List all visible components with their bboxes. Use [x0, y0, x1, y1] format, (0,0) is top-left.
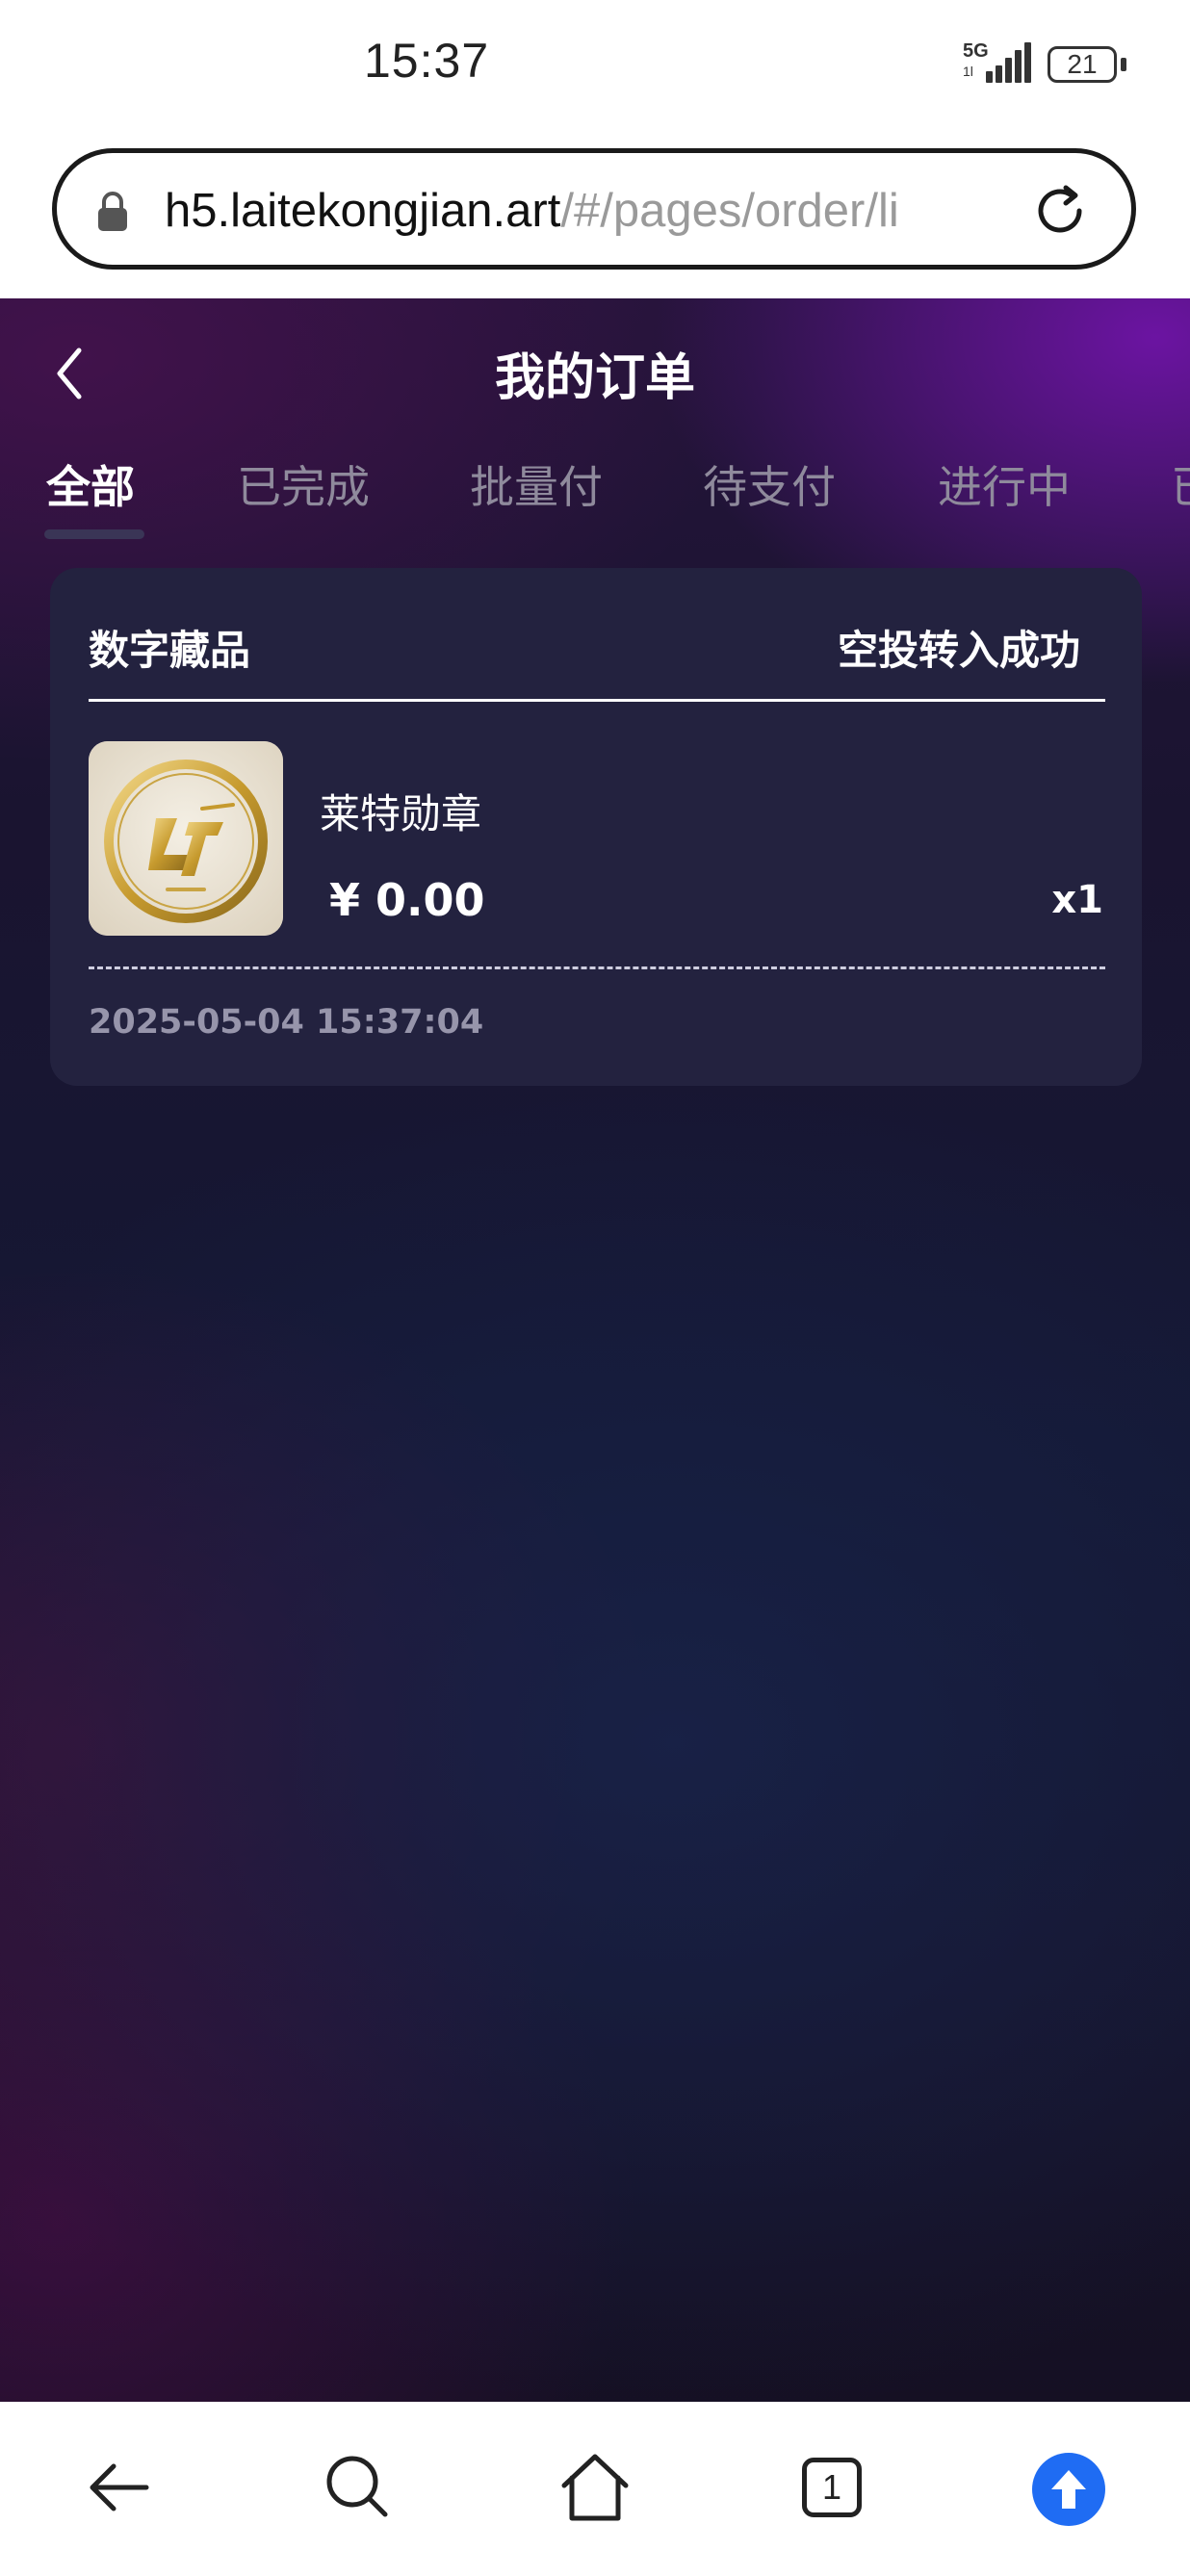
search-icon[interactable]: [322, 2451, 395, 2524]
page-title: 我的订单: [494, 349, 695, 407]
order-tabs: 全部 已完成 批量付 待支付 进行中 已: [0, 452, 1190, 529]
order-card[interactable]: 数字藏品 空投转入成功 莱特勋章 ¥ 0.00 x1 2025-05-04 15…: [50, 568, 1142, 1086]
signal-icon: 5G 1l: [963, 40, 1040, 85]
back-arrow-icon[interactable]: [85, 2453, 154, 2522]
product-image[interactable]: [89, 741, 283, 936]
upload-icon: [1051, 2470, 1086, 2509]
product-name: 莱特勋章: [320, 790, 482, 837]
lock-icon: [98, 192, 127, 231]
tabs-icon[interactable]: 1: [802, 2458, 862, 2517]
battery-level: 21: [1067, 49, 1098, 79]
dashed-divider: [89, 966, 1105, 969]
tab-more[interactable]: 已: [1171, 452, 1190, 516]
status-bar: 15:37 5G 1l 21: [0, 0, 1190, 135]
card-divider: [89, 699, 1105, 702]
network-sub-label: 1l: [963, 64, 973, 79]
signal-bars-icon: [986, 42, 1034, 83]
tab-pending-payment[interactable]: 待支付: [703, 452, 836, 516]
network-label: 5G: [963, 40, 989, 62]
tab-completed[interactable]: 已完成: [237, 452, 370, 516]
product-price: ¥ 0.00: [329, 874, 485, 926]
battery-icon: 21: [1048, 46, 1117, 83]
home-icon[interactable]: [558, 2449, 632, 2526]
tab-batch-pay[interactable]: 批量付: [470, 452, 603, 516]
url-text[interactable]: h5.laitekongjian.art/#/pages/order/li: [165, 184, 1050, 238]
url-host: h5.laitekongjian.art: [165, 185, 561, 237]
upload-button[interactable]: [1032, 2453, 1105, 2526]
tab-all[interactable]: 全部: [46, 452, 135, 516]
order-status: 空投转入成功: [837, 627, 1080, 674]
product-quantity: x1: [1051, 878, 1103, 922]
active-tab-indicator: [44, 529, 144, 539]
medal-icon: [89, 741, 283, 936]
battery-tip: [1121, 58, 1126, 71]
reload-icon[interactable]: [1029, 180, 1091, 242]
url-path: /#/pages/order/li: [560, 185, 899, 237]
tab-in-progress[interactable]: 进行中: [938, 452, 1071, 516]
address-bar[interactable]: h5.laitekongjian.art/#/pages/order/li: [52, 148, 1136, 270]
page-content: 我的订单 全部 已完成 批量付 待支付 进行中 已 数字藏品 空投转入成功: [0, 298, 1190, 2402]
order-type: 数字藏品: [89, 627, 251, 674]
status-time: 15:37: [364, 34, 490, 88]
order-timestamp: 2025-05-04 15:37:04: [89, 1003, 484, 1042]
